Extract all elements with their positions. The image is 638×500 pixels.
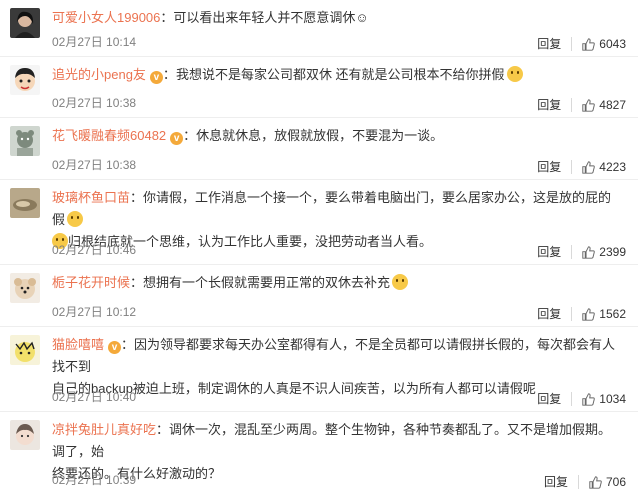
comment-text: 想拥有一个长假就需要用正常的双休去补充 bbox=[143, 275, 391, 290]
reply-button[interactable]: 回复 bbox=[537, 160, 573, 174]
comment-text: 我想说不是每家公司都双休 还有就是公司根本不给你拼假 bbox=[175, 67, 505, 82]
like-button[interactable]: 2399 bbox=[582, 245, 626, 259]
like-button[interactable]: 1562 bbox=[582, 307, 626, 321]
verified-badge-icon: v bbox=[170, 132, 184, 145]
comment-actions: 回复 2399 bbox=[537, 245, 626, 259]
like-count: 4827 bbox=[599, 98, 626, 112]
avatar[interactable] bbox=[10, 420, 40, 450]
comment-item: 玻璃杯鱼口苗：你请假，工作消息一个接一个，要么带着电脑出门，要么居家办公，这是放… bbox=[0, 180, 638, 265]
thumbs-up-icon bbox=[589, 475, 602, 489]
avatar[interactable] bbox=[10, 188, 40, 218]
comment-time: 02月27日 10:38 bbox=[52, 96, 137, 110]
comment-actions: 回复 706 bbox=[544, 475, 626, 489]
comment-body: 栀子花开时候：想拥有一个长假就需要用正常的双休去补充 bbox=[52, 272, 624, 294]
face-emoji-icon bbox=[67, 211, 84, 227]
username-link[interactable]: 栀子花开时候 bbox=[52, 275, 130, 290]
like-button[interactable]: 6043 bbox=[582, 37, 626, 51]
comment-text: 休息就休息，放假就放假，不要混为一谈。 bbox=[196, 128, 444, 143]
reply-button[interactable]: 回复 bbox=[537, 392, 573, 406]
username-link[interactable]: 猫脸嘻嘻 bbox=[52, 337, 104, 352]
comment-time: 02月27日 10:14 bbox=[52, 35, 137, 49]
comment-actions: 回复 4827 bbox=[537, 98, 626, 112]
like-count: 706 bbox=[605, 475, 626, 489]
comment-actions: 回复 1562 bbox=[537, 307, 626, 321]
thumbs-up-icon bbox=[582, 392, 596, 406]
thumbs-up-icon bbox=[582, 98, 596, 112]
like-count: 4223 bbox=[599, 160, 626, 174]
comment-time: 02月27日 10:12 bbox=[52, 305, 137, 319]
username-link[interactable]: 花飞暖融春频60482 bbox=[52, 128, 166, 143]
like-button[interactable]: 706 bbox=[589, 475, 626, 489]
reply-button[interactable]: 回复 bbox=[537, 245, 573, 259]
reply-button[interactable]: 回复 bbox=[537, 37, 573, 51]
like-button[interactable]: 4827 bbox=[582, 98, 626, 112]
like-count: 1562 bbox=[599, 307, 626, 321]
comment-text: 因为领导都要求每天办公室都得有人，不是全员都可以请假拼长假的，每次都会有人找不到 bbox=[52, 337, 616, 374]
avatar[interactable] bbox=[10, 8, 40, 38]
comment-body: 追光的小peng友 v ：我想说不是每家公司都双休 还有就是公司根本不给你拼假 bbox=[52, 64, 624, 86]
comment-body: 可爱小女人199006：可以看出来年轻人并不愿意调休☺ bbox=[52, 10, 369, 25]
reply-button[interactable]: 回复 bbox=[544, 475, 579, 489]
avatar[interactable] bbox=[10, 335, 40, 365]
cry-emoji-icon bbox=[392, 274, 409, 290]
smile-emoji-icon bbox=[506, 66, 523, 82]
comment-item: 可爱小女人199006：可以看出来年轻人并不愿意调休☺ 02月27日 10:14… bbox=[0, 0, 638, 57]
reply-button[interactable]: 回复 bbox=[537, 307, 573, 321]
verified-badge-icon: v bbox=[149, 71, 163, 84]
username-link[interactable]: 凉拌兔肚儿真好吃 bbox=[52, 422, 156, 437]
like-button[interactable]: 4223 bbox=[582, 160, 626, 174]
username-link[interactable]: 可爱小女人199006 bbox=[52, 10, 160, 25]
comment-item: 追光的小peng友 v ：我想说不是每家公司都双休 还有就是公司根本不给你拼假 02… bbox=[0, 57, 638, 118]
comment-item: 花飞暖融春频60482 v ：休息就休息，放假就放假，不要混为一谈。 02月27日 … bbox=[0, 118, 638, 180]
reply-button[interactable]: 回复 bbox=[537, 98, 573, 112]
like-button[interactable]: 1034 bbox=[582, 392, 626, 406]
comment-actions: 回复 6043 bbox=[537, 37, 626, 51]
thumbs-up-icon bbox=[582, 160, 596, 174]
like-count: 1034 bbox=[599, 392, 626, 406]
comment-time: 02月27日 10:39 bbox=[52, 473, 137, 487]
comment-actions: 回复 4223 bbox=[537, 160, 626, 174]
like-count: 6043 bbox=[599, 37, 626, 51]
avatar[interactable] bbox=[10, 126, 40, 156]
username-link[interactable]: 玻璃杯鱼口苗 bbox=[52, 190, 130, 205]
thumbs-up-icon bbox=[582, 307, 596, 321]
comment-body: 凉拌兔肚儿真好吃：调休一次，混乱至少两周。整个生物钟，各种节奏都乱了。又不是增加… bbox=[52, 422, 612, 481]
comment-time: 02月27日 10:46 bbox=[52, 243, 137, 257]
comment-body: 花飞暖融春频60482 v ：休息就休息，放假就放假，不要混为一谈。 bbox=[52, 128, 444, 145]
thumbs-up-icon bbox=[582, 37, 596, 51]
comment-text: 可以看出来年轻人并不愿意调休☺ bbox=[173, 10, 369, 25]
avatar[interactable] bbox=[10, 65, 40, 95]
comment-body: 猫脸嘻嘻 v ：因为领导都要求每天办公室都得有人，不是全员都可以请假拼长假的，每次都… bbox=[52, 337, 616, 396]
comment-item: 猫脸嘻嘻 v ：因为领导都要求每天办公室都得有人，不是全员都可以请假拼长假的，每次都… bbox=[0, 327, 638, 412]
like-count: 2399 bbox=[599, 245, 626, 259]
username-link[interactable]: 追光的小peng友 bbox=[52, 67, 146, 82]
comment-time: 02月27日 10:40 bbox=[52, 390, 137, 404]
verified-badge-icon: v bbox=[108, 341, 122, 354]
thumbs-up-icon bbox=[582, 245, 596, 259]
comment-time: 02月27日 10:38 bbox=[52, 158, 137, 172]
comment-actions: 回复 1034 bbox=[537, 392, 626, 406]
comment-item: 栀子花开时候：想拥有一个长假就需要用正常的双休去补充 02月27日 10:12 … bbox=[0, 265, 638, 327]
comment-body: 玻璃杯鱼口苗：你请假，工作消息一个接一个，要么带着电脑出门，要么居家办公，这是放… bbox=[52, 190, 612, 249]
comment-item: 凉拌兔肚儿真好吃：调休一次，混乱至少两周。整个生物钟，各种节奏都乱了。又不是增加… bbox=[0, 412, 638, 500]
avatar[interactable] bbox=[10, 273, 40, 303]
